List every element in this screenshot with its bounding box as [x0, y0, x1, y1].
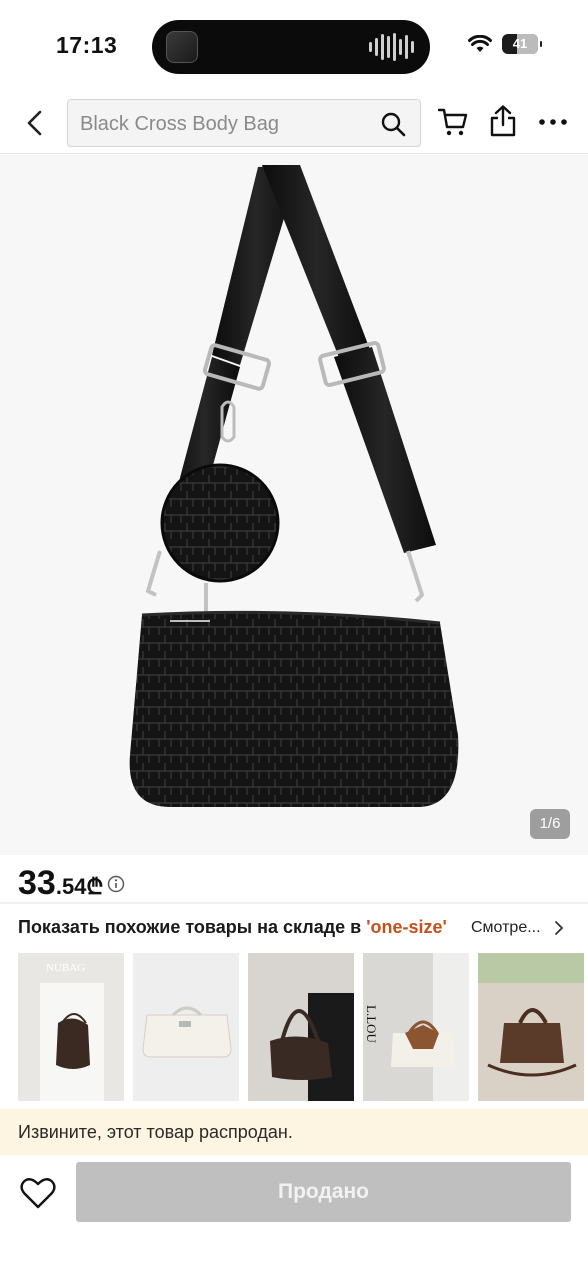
similar-item-thumbnail[interactable] [248, 953, 354, 1101]
similar-item-thumbnail[interactable]: NUBAG [18, 953, 124, 1101]
info-icon[interactable] [107, 875, 125, 893]
back-icon[interactable] [18, 106, 52, 140]
thumbnail-label: L.LOU [364, 1005, 379, 1044]
price-integer: 33 [18, 864, 56, 902]
cart-icon[interactable] [437, 106, 469, 138]
product-image-gallery[interactable]: 1/6 [0, 155, 588, 855]
sold-out-notice: Извините, этот товар распродан. [0, 1109, 588, 1155]
now-playing-thumbnail [166, 31, 198, 63]
similar-more-link[interactable]: Смотре... [471, 919, 541, 937]
search-placeholder: Black Cross Body Bag [80, 113, 279, 135]
similar-item-image: L.LOU [363, 953, 469, 1101]
similar-title-size: 'one-size' [366, 917, 447, 937]
heart-icon[interactable] [20, 1176, 56, 1210]
price: 33 .54 ₾ [18, 864, 125, 904]
chevron-right-icon[interactable] [553, 920, 565, 936]
more-options-icon[interactable] [537, 112, 569, 132]
similar-item-image [478, 953, 584, 1101]
dynamic-island[interactable] [152, 20, 430, 74]
product-photo [129, 165, 459, 807]
similar-item-image [133, 953, 239, 1101]
similar-item-thumbnail[interactable] [478, 953, 584, 1101]
gallery-page-indicator: 1/6 [530, 809, 570, 839]
similar-items-header[interactable]: Показать похожие товары на складе в 'one… [0, 904, 588, 950]
battery-icon: 41 [502, 34, 542, 54]
similar-title-prefix: Показать похожие товары на складе в [18, 917, 367, 937]
search-input[interactable]: Black Cross Body Bag [67, 99, 421, 147]
thumbnail-label: NUBAG [46, 962, 85, 974]
similar-item-thumbnail[interactable]: L.LOU [363, 953, 469, 1101]
share-icon[interactable] [488, 104, 518, 138]
status-bar: 17:13 41 [0, 0, 588, 92]
sold-out-text: Извините, этот товар распродан. [18, 1122, 293, 1142]
similar-item-image: NUBAG [18, 953, 124, 1101]
search-icon[interactable] [380, 111, 406, 137]
similar-items-list: NUBAG L.LOU [18, 953, 584, 1101]
similar-item-thumbnail[interactable] [133, 953, 239, 1101]
status-indicators: 41 [468, 34, 542, 54]
wifi-icon [468, 35, 492, 52]
top-nav-bar: Black Cross Body Bag [0, 92, 588, 154]
similar-item-image [248, 953, 354, 1101]
battery-level: 41 [512, 36, 528, 51]
price-fraction: .54 [55, 874, 87, 899]
bottom-action-bar: Продано [0, 1158, 588, 1280]
sold-out-button[interactable]: Продано [76, 1162, 571, 1222]
price-currency: ₾ [86, 874, 104, 899]
product-page: 17:13 41 Black Cross Body Bag 1/6 33 .54… [0, 0, 588, 1280]
similar-items-title: Показать похожие товары на складе в 'one… [18, 917, 447, 938]
status-time: 17:13 [56, 32, 118, 58]
audio-waveform-icon [369, 33, 414, 61]
